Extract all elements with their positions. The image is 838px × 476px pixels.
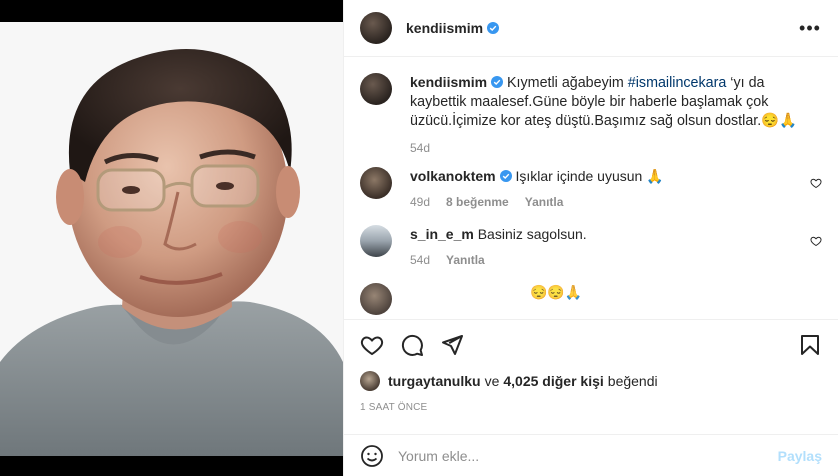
- comment-likes-count[interactable]: 8 beğenme: [446, 195, 509, 209]
- author-username[interactable]: kendiismim: [406, 20, 483, 36]
- media-pane: [0, 0, 343, 476]
- post-comment-button[interactable]: Paylaş: [778, 448, 822, 464]
- caption-age[interactable]: 54d: [410, 141, 430, 155]
- share-paper-plane-icon[interactable]: [440, 333, 464, 357]
- comment-username[interactable]: volkanoktem: [410, 168, 496, 184]
- likes-suffix: beğendi: [607, 373, 658, 389]
- caption-text-before: Kıymetli ağabeyim: [507, 75, 628, 91]
- commenter-avatar[interactable]: [360, 225, 392, 257]
- caption-avatar[interactable]: [360, 73, 392, 105]
- comment-meta: 49d 8 beğenme Yanıtla: [410, 195, 794, 209]
- more-options-button[interactable]: •••: [798, 16, 822, 40]
- likes-conjunction: ve: [484, 373, 500, 389]
- comment-age[interactable]: 54d: [410, 253, 430, 267]
- save-bookmark-icon[interactable]: [798, 333, 822, 357]
- emoji-icon[interactable]: [360, 444, 384, 468]
- caption-text: kendiismim Kıymetli ağabeyim #ismailince…: [410, 73, 822, 131]
- reply-button[interactable]: Yanıtla: [525, 195, 564, 209]
- comment-age[interactable]: 49d: [410, 195, 430, 209]
- author-avatar[interactable]: [360, 12, 392, 44]
- comment-input[interactable]: [398, 447, 778, 464]
- comment-bubble-icon[interactable]: [400, 333, 424, 357]
- like-comment-heart-icon[interactable]: [810, 235, 822, 247]
- comment-meta: 54d Yanıtla: [410, 253, 794, 267]
- caption-hashtag-link[interactable]: #ismailincekara: [628, 75, 727, 91]
- caption-username[interactable]: kendiismim: [410, 74, 487, 90]
- comments-list: kendiismim Kıymetli ağabeyim #ismailince…: [344, 57, 838, 319]
- liker-username[interactable]: turgaytanulku: [388, 373, 481, 389]
- post-details-pane: kendiismim ••• kendiismim Kıymetli ağabe…: [343, 0, 838, 476]
- post-header: kendiismim •••: [344, 0, 838, 57]
- likes-others-link[interactable]: 4,025 diğer kişi: [503, 373, 603, 389]
- comment-text: volkanoktem Işıklar içinde uyusun 🙏: [410, 167, 794, 185]
- post-timestamp[interactable]: 1 SAAT ÖNCE: [360, 402, 822, 413]
- reply-button[interactable]: Yanıtla: [446, 253, 485, 267]
- post-photo[interactable]: [0, 22, 343, 456]
- comment-item: volkanoktem Işıklar içinde uyusun 🙏 49d …: [360, 167, 822, 209]
- add-comment-bar: Paylaş: [344, 434, 838, 476]
- comment-username[interactable]: s_in_e_m: [410, 226, 474, 242]
- verified-badge-icon: [491, 76, 504, 88]
- caption-meta: 54d: [410, 141, 822, 155]
- comment-body: Işıklar içinde uyusun 🙏: [515, 168, 664, 184]
- instagram-post: kendiismim ••• kendiismim Kıymetli ağabe…: [0, 0, 838, 476]
- portrait-image: [0, 22, 343, 456]
- verified-badge-icon: [499, 170, 512, 182]
- like-comment-heart-icon[interactable]: [810, 177, 822, 189]
- post-actions: turgaytanulku ve 4,025 diğer kişi beğend…: [344, 319, 838, 413]
- commenter-avatar[interactable]: [360, 167, 392, 199]
- comment-body: Basiniz sagolsun.: [477, 226, 587, 242]
- like-heart-icon[interactable]: [360, 333, 384, 357]
- comment-text: s_in_e_m Basiniz sagolsun.: [410, 225, 794, 243]
- commenter-avatar[interactable]: [360, 283, 392, 315]
- comment-body: 😔😔🙏: [530, 284, 583, 300]
- verified-badge-icon: [487, 22, 500, 34]
- comment-item-partial: 😔😔🙏: [360, 283, 822, 315]
- liker-avatar[interactable]: [360, 371, 380, 391]
- action-icons: [360, 320, 822, 366]
- caption: kendiismim Kıymetli ağabeyim #ismailince…: [360, 73, 822, 155]
- likes-summary: turgaytanulku ve 4,025 diğer kişi beğend…: [360, 366, 822, 396]
- comment-item: s_in_e_m Basiniz sagolsun. 54d Yanıtla: [360, 225, 822, 267]
